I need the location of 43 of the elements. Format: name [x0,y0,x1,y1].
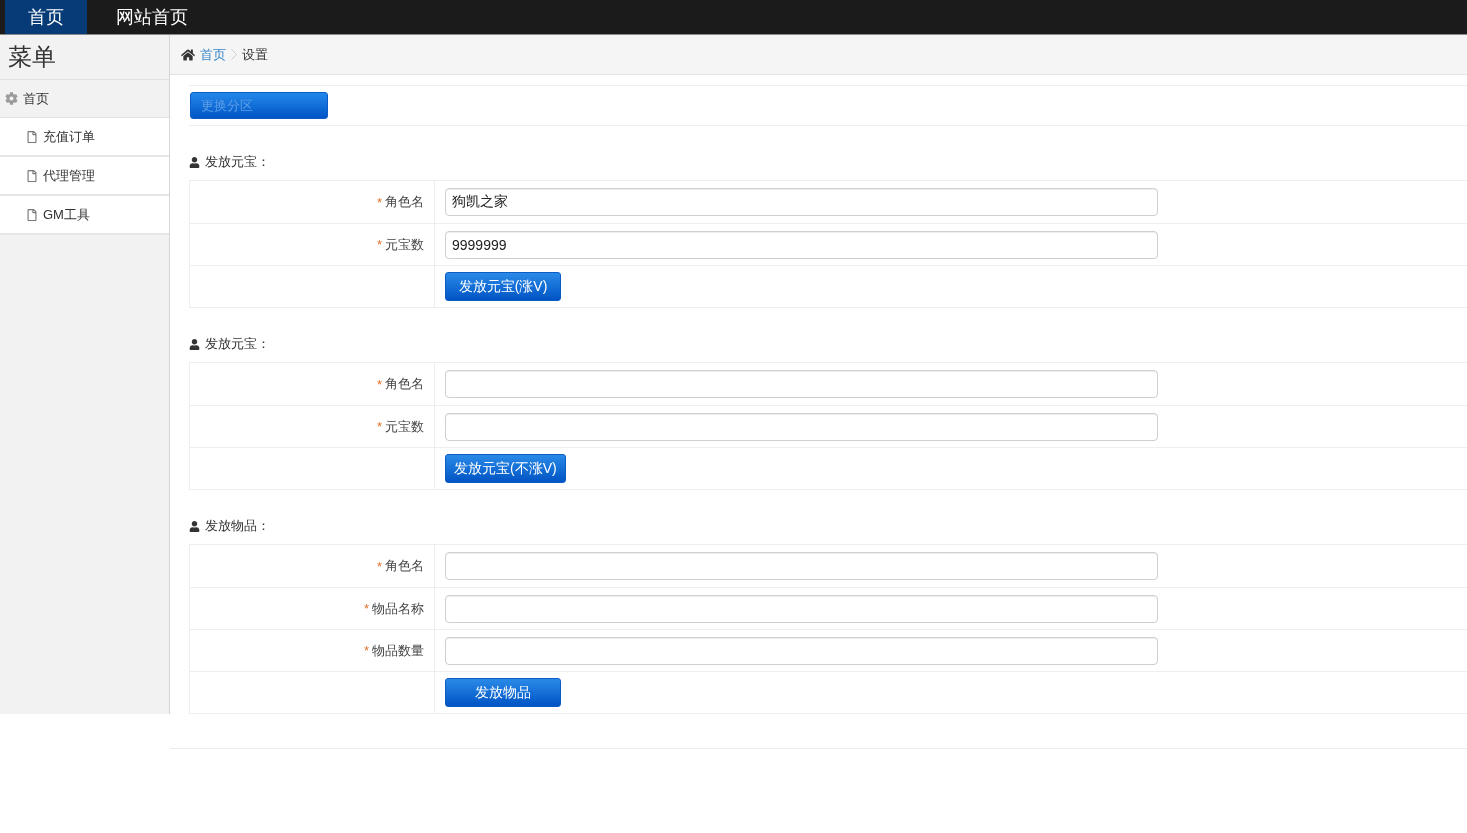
input-field[interactable]: 9999999 [445,230,1158,259]
required-mark: * [376,237,382,252]
field-label: 物品名称 [372,599,424,618]
nav-tab[interactable]: 网站首页 [93,0,211,34]
submit-button[interactable]: 发放元宝(涨V) [445,272,561,301]
input-field[interactable] [445,412,1158,441]
input-field[interactable] [445,552,1158,580]
field-label: 元宝数 [385,235,424,254]
required-mark: * [363,643,369,658]
chevron-icon [231,49,237,60]
required-mark: * [376,419,382,434]
sidebar-item[interactable]: 代理管理 [0,157,169,196]
field-label: 角色名 [385,375,424,393]
file-icon [26,208,38,221]
section-title: 发放元宝： [205,153,270,171]
sidebar-item[interactable]: 充值订单 [0,118,169,157]
required-mark: * [363,601,369,616]
required-mark: * [376,376,382,392]
file-icon [26,169,38,182]
required-mark: * [376,194,382,210]
breadcrumb-current: 设置 [242,45,268,64]
required-mark: * [376,558,382,574]
field-label: 元宝数 [385,417,424,436]
input-field[interactable] [445,594,1158,623]
input-field[interactable] [445,636,1158,665]
user-icon [189,156,200,168]
home-icon [181,47,195,62]
breadcrumb-link[interactable]: 首页 [200,45,226,64]
submit-button[interactable]: 发放元宝(不涨V) [445,454,566,483]
input-field[interactable]: 狗凯之家 [445,188,1158,216]
user-icon [189,520,200,532]
user-icon [189,338,200,350]
section-title: 发放元宝： [205,335,270,353]
input-field[interactable] [445,370,1158,398]
sidebar-item[interactable]: GM工具 [0,196,169,235]
file-icon [26,130,38,143]
field-label: 角色名 [385,193,424,211]
section-title: 发放物品： [205,517,270,535]
field-label: 角色名 [385,557,424,575]
nav-tab[interactable]: 首页 [5,0,87,34]
gear-icon [5,92,18,105]
field-label: 物品数量 [372,641,424,660]
submit-button[interactable]: 发放物品 [445,678,561,707]
